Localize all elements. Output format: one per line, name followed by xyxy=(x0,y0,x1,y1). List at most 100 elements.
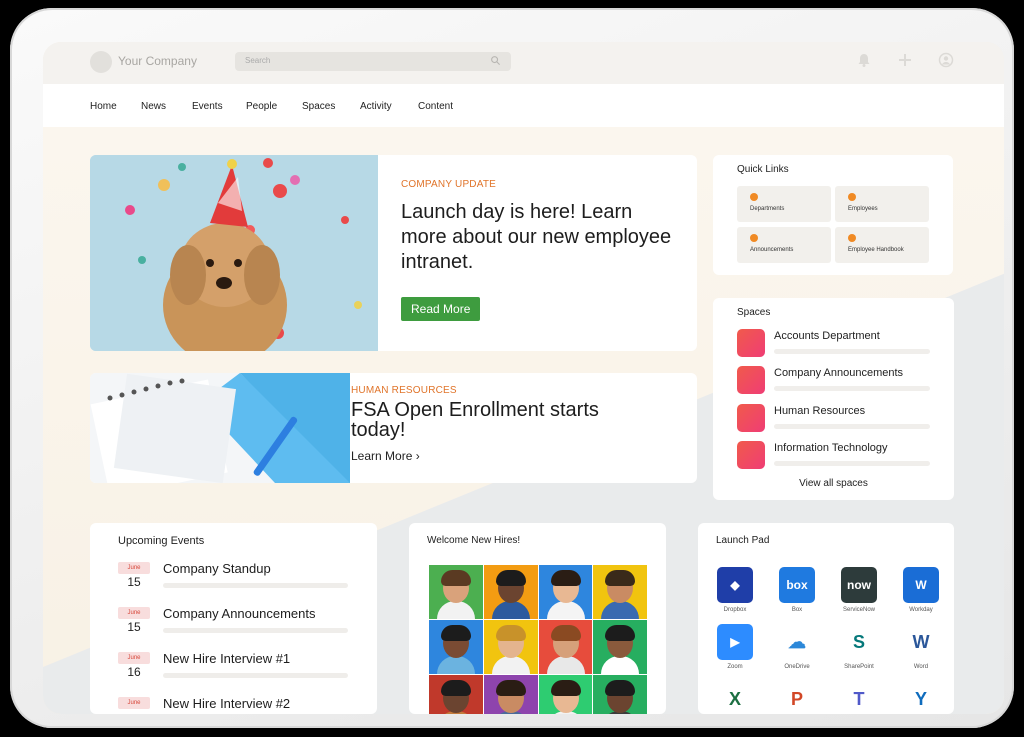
nav-news[interactable]: News xyxy=(141,101,166,112)
launch-app-word[interactable]: W Word xyxy=(896,624,946,670)
quick-link-announcements[interactable]: Announcements xyxy=(737,227,831,263)
read-more-button[interactable]: Read More xyxy=(401,297,481,321)
launch-app-workday[interactable]: W Workday xyxy=(896,567,946,613)
book-icon xyxy=(848,234,856,242)
launch-app-zoom[interactable]: ▶ Zoom xyxy=(710,624,760,670)
space-accounts[interactable]: Accounts Department xyxy=(737,329,937,359)
onedrive-icon: ☁ xyxy=(779,624,815,660)
nav-people[interactable]: People xyxy=(246,101,277,112)
launch-app-sharepoint[interactable]: S SharePoint xyxy=(834,624,884,670)
nav-spaces[interactable]: Spaces xyxy=(302,101,335,112)
event-month: June xyxy=(118,697,150,709)
event-day: 15 xyxy=(127,575,141,589)
space-label: Human Resources xyxy=(774,405,866,417)
hero-title[interactable]: Launch day is here! Learn more about our… xyxy=(401,200,681,275)
view-all-spaces-link[interactable]: View all spaces xyxy=(713,478,954,489)
app-icon: Y xyxy=(903,681,939,714)
space-information-technology[interactable]: Information Technology xyxy=(737,441,937,471)
event-title: Company Announcements xyxy=(163,606,316,621)
top-bar: Your Company Search xyxy=(43,42,1004,84)
new-hire-photo[interactable] xyxy=(483,675,538,714)
fsa-card: HUMAN RESOURCES FSA Open Enrollment star… xyxy=(90,373,697,483)
globe-icon xyxy=(750,193,758,201)
placeholder-bar xyxy=(163,628,348,633)
hero-card: COMPANY UPDATE Launch day is here! Learn… xyxy=(90,155,697,351)
search-input[interactable]: Search xyxy=(235,52,511,71)
fsa-title[interactable]: FSA Open Enrollment starts today! xyxy=(351,400,651,440)
app-icon: T xyxy=(841,681,877,714)
search-placeholder: Search xyxy=(245,56,271,65)
new-hire-photo[interactable] xyxy=(538,620,593,674)
space-label: Accounts Department xyxy=(774,330,880,342)
monitor-icon xyxy=(737,441,765,469)
quick-link-label: Employees xyxy=(848,206,878,212)
launch-app-dropbox[interactable]: ◆ Dropbox xyxy=(710,567,760,613)
space-company-announcements[interactable]: Company Announcements xyxy=(737,366,937,396)
placeholder-bar xyxy=(774,386,930,391)
new-hire-photo[interactable] xyxy=(593,565,647,619)
launch-app-app-11[interactable]: Y xyxy=(896,681,946,714)
quick-link-departments[interactable]: Departments xyxy=(737,186,831,222)
nav-events[interactable]: Events xyxy=(192,101,223,112)
app-label: Dropbox xyxy=(723,607,747,613)
new-hire-photo[interactable] xyxy=(429,675,483,714)
new-hires-title: Welcome New Hires! xyxy=(427,535,521,546)
event-month: June xyxy=(118,562,150,574)
learn-more-link[interactable]: Learn More › xyxy=(351,449,651,463)
new-hire-photo[interactable] xyxy=(429,620,483,674)
quick-link-employees[interactable]: Employees xyxy=(835,186,929,222)
launch-app-app-8[interactable]: X xyxy=(710,681,760,714)
app-screen: Your Company Search Home News Events Peo… xyxy=(43,42,1004,714)
event-item[interactable]: June 15 Company Standup xyxy=(118,561,358,602)
event-title: New Hire Interview #2 xyxy=(163,696,291,711)
bell-icon[interactable] xyxy=(856,52,872,68)
new-hire-photo[interactable] xyxy=(538,675,593,714)
event-title: New Hire Interview #1 xyxy=(163,651,291,666)
spaces-card: Spaces Accounts Department Company Annou… xyxy=(713,298,954,500)
app-label: Word xyxy=(913,664,929,670)
new-hire-photo[interactable] xyxy=(593,620,647,674)
learn-more-label: Learn More xyxy=(351,449,413,463)
placeholder-bar xyxy=(774,349,930,354)
new-hire-photo[interactable] xyxy=(483,565,538,619)
company-name[interactable]: Your Company xyxy=(118,54,197,68)
hero-kicker: COMPANY UPDATE xyxy=(401,179,497,190)
new-hire-photo[interactable] xyxy=(429,565,483,619)
event-month: June xyxy=(118,607,150,619)
company-logo[interactable] xyxy=(90,51,112,73)
new-hire-photo[interactable] xyxy=(538,565,593,619)
zoom-icon: ▶ xyxy=(717,624,753,660)
launch-app-onedrive[interactable]: ☁ OneDrive xyxy=(772,624,822,670)
upcoming-events-card: Upcoming Events June 15 Company Standup … xyxy=(90,523,377,714)
space-label: Information Technology xyxy=(774,442,888,454)
app-icon: X xyxy=(717,681,753,714)
servicenow-icon: now xyxy=(841,567,877,603)
launch-app-box[interactable]: box Box xyxy=(772,567,822,613)
new-hire-photo[interactable] xyxy=(593,675,647,714)
user-icon[interactable] xyxy=(938,52,954,68)
launch-app-app-9[interactable]: P xyxy=(772,681,822,714)
search-icon[interactable] xyxy=(490,55,501,66)
app-label: Workday xyxy=(909,607,933,613)
app-label: OneDrive xyxy=(784,664,810,670)
plus-icon[interactable] xyxy=(897,52,913,68)
space-label: Company Announcements xyxy=(774,367,904,379)
launch-app-servicenow[interactable]: now ServiceNow xyxy=(834,567,884,613)
dropbox-icon: ◆ xyxy=(717,567,753,603)
nav-home[interactable]: Home xyxy=(90,101,117,112)
new-hire-photo[interactable] xyxy=(483,620,538,674)
event-item[interactable]: June 15 Company Announcements xyxy=(118,606,358,647)
event-item[interactable]: June New Hire Interview #2 xyxy=(118,696,358,714)
quick-links-title: Quick Links xyxy=(737,164,789,175)
launch-app-app-10[interactable]: T xyxy=(834,681,884,714)
quick-link-handbook[interactable]: Employee Handbook xyxy=(835,227,929,263)
event-month: June xyxy=(118,652,150,664)
app-label: Box xyxy=(791,607,803,613)
nav-activity[interactable]: Activity xyxy=(360,101,392,112)
box-icon: box xyxy=(779,567,815,603)
event-item[interactable]: June 16 New Hire Interview #1 xyxy=(118,651,358,692)
nav-content[interactable]: Content xyxy=(418,101,453,112)
app-label: ServiceNow xyxy=(842,607,875,613)
app-label: SharePoint xyxy=(844,664,874,670)
space-human-resources[interactable]: Human Resources xyxy=(737,404,937,434)
